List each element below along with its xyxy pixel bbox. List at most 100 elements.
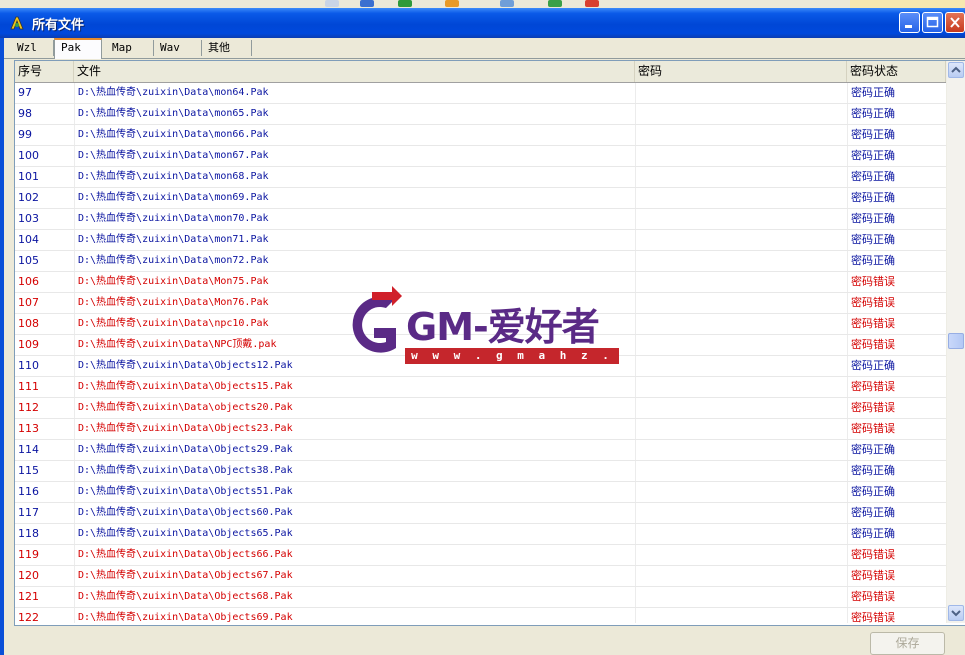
table-row[interactable]: 116 D:\热血传奇\zuixin\Data\Objects51.Pak 密码正确 (15, 482, 946, 503)
column-header-status[interactable]: 密码状态 (847, 61, 946, 82)
row-file-cell: D:\热血传奇\zuixin\Data\Objects29.Pak (74, 440, 635, 460)
row-status-cell: 密码错误 (847, 335, 946, 355)
maximize-button[interactable] (922, 12, 943, 33)
row-file-cell: D:\热血传奇\zuixin\Data\objects20.Pak (74, 398, 635, 418)
row-file-cell: D:\热血传奇\zuixin\Data\mon72.Pak (74, 251, 635, 271)
table-row[interactable]: 111 D:\热血传奇\zuixin\Data\Objects15.Pak 密码错误 (15, 377, 946, 398)
row-status-cell: 密码错误 (847, 419, 946, 439)
row-status-cell: 密码错误 (847, 377, 946, 397)
row-num-cell: 113 (18, 422, 39, 435)
row-status-cell: 密码正确 (847, 146, 946, 166)
table-row[interactable]: 102 D:\热血传奇\zuixin\Data\mon69.Pak 密码正确 (15, 188, 946, 209)
row-password-cell (635, 146, 847, 166)
row-num-cell: 115 (18, 464, 39, 477)
row-status-cell: 密码正确 (847, 167, 946, 187)
row-status-cell: 密码正确 (847, 461, 946, 481)
table-row[interactable]: 105 D:\热血传奇\zuixin\Data\mon72.Pak 密码正确 (15, 251, 946, 272)
title-bar[interactable]: 所有文件 (0, 8, 965, 38)
tab-map[interactable]: Map (106, 40, 154, 56)
row-password-cell (635, 377, 847, 397)
table-row[interactable]: 97 D:\热血传奇\zuixin\Data\mon64.Pak 密码正确 (15, 83, 946, 104)
row-num-cell: 114 (18, 443, 39, 456)
row-password-cell (635, 587, 847, 607)
table-row[interactable]: 100 D:\热血传奇\zuixin\Data\mon67.Pak 密码正确 (15, 146, 946, 167)
tab-wav[interactable]: Wav (154, 40, 202, 56)
table-row[interactable]: 119 D:\热血传奇\zuixin\Data\Objects66.Pak 密码错误 (15, 545, 946, 566)
row-num-cell: 104 (18, 233, 39, 246)
row-status-cell: 密码正确 (847, 482, 946, 502)
row-num-cell: 100 (18, 149, 39, 162)
column-header-password[interactable]: 密码 (635, 61, 847, 82)
row-status-cell: 密码错误 (847, 545, 946, 565)
window-title: 所有文件 (32, 18, 85, 33)
table-row[interactable]: 115 D:\热血传奇\zuixin\Data\Objects38.Pak 密码正确 (15, 461, 946, 482)
row-num-cell: 101 (18, 170, 39, 183)
row-password-cell (635, 83, 847, 103)
row-status-cell: 密码错误 (847, 587, 946, 607)
scroll-up-button[interactable] (948, 62, 964, 78)
row-status-cell: 密码正确 (847, 440, 946, 460)
save-button[interactable]: 保存 (870, 632, 945, 655)
row-file-cell: D:\热血传奇\zuixin\Data\mon70.Pak (74, 209, 635, 229)
row-status-cell: 密码错误 (847, 293, 946, 313)
row-file-cell: D:\热血传奇\zuixin\Data\Objects60.Pak (74, 503, 635, 523)
tab-other[interactable]: 其他 (202, 40, 252, 56)
row-file-cell: D:\热血传奇\zuixin\Data\Objects67.Pak (74, 566, 635, 586)
row-num-cell: 102 (18, 191, 39, 204)
row-num-cell: 108 (18, 317, 39, 330)
table-row[interactable]: 118 D:\热血传奇\zuixin\Data\Objects65.Pak 密码正确 (15, 524, 946, 545)
column-header-num[interactable]: 序号 (15, 61, 74, 82)
row-password-cell (635, 293, 847, 313)
row-file-cell: D:\热血传奇\zuixin\Data\mon65.Pak (74, 104, 635, 124)
table-row[interactable]: 103 D:\热血传奇\zuixin\Data\mon70.Pak 密码正确 (15, 209, 946, 230)
toolbar-icon (398, 0, 412, 7)
row-password-cell (635, 230, 847, 250)
minimize-button[interactable] (899, 12, 920, 33)
row-status-cell: 密码正确 (847, 83, 946, 103)
table-row[interactable]: 113 D:\热血传奇\zuixin\Data\Objects23.Pak 密码错误 (15, 419, 946, 440)
row-status-cell: 密码错误 (847, 566, 946, 586)
row-file-cell: D:\热血传奇\zuixin\Data\Objects69.Pak (74, 608, 635, 623)
row-file-cell: D:\热血传奇\zuixin\Data\Objects66.Pak (74, 545, 635, 565)
table-row[interactable]: 101 D:\热血传奇\zuixin\Data\mon68.Pak 密码正确 (15, 167, 946, 188)
scroll-down-button[interactable] (948, 605, 964, 621)
column-header-file[interactable]: 文件 (74, 61, 635, 82)
table-row[interactable]: 99 D:\热血传奇\zuixin\Data\mon66.Pak 密码正确 (15, 125, 946, 146)
table-row[interactable]: 122 D:\热血传奇\zuixin\Data\Objects69.Pak 密码错误 (15, 608, 946, 623)
scrollbar-thumb[interactable] (948, 333, 964, 349)
row-num-cell: 99 (18, 128, 32, 141)
row-file-cell: D:\热血传奇\zuixin\Data\mon69.Pak (74, 188, 635, 208)
row-password-cell (635, 482, 847, 502)
row-file-cell: D:\热血传奇\zuixin\Data\mon68.Pak (74, 167, 635, 187)
toolbar-icon (445, 0, 459, 7)
row-password-cell (635, 356, 847, 376)
app-icon (10, 16, 24, 30)
row-password-cell (635, 608, 847, 623)
row-password-cell (635, 104, 847, 124)
row-status-cell: 密码错误 (847, 272, 946, 292)
table-row[interactable]: 98 D:\热血传奇\zuixin\Data\mon65.Pak 密码正确 (15, 104, 946, 125)
row-num-cell: 116 (18, 485, 39, 498)
table-row[interactable]: 121 D:\热血传奇\zuixin\Data\Objects68.Pak 密码错误 (15, 587, 946, 608)
row-file-cell: D:\热血传奇\zuixin\Data\Objects68.Pak (74, 587, 635, 607)
row-status-cell: 密码正确 (847, 209, 946, 229)
vertical-scrollbar[interactable] (946, 61, 965, 623)
table-row[interactable]: 114 D:\热血传奇\zuixin\Data\Objects29.Pak 密码正确 (15, 440, 946, 461)
row-file-cell: D:\热血传奇\zuixin\Data\Objects65.Pak (74, 524, 635, 544)
list-header: 序号 文件 密码 密码状态 (15, 61, 946, 83)
toolbar-icon (500, 0, 514, 7)
table-row[interactable]: 104 D:\热血传奇\zuixin\Data\mon71.Pak 密码正确 (15, 230, 946, 251)
tab-pak[interactable]: Pak (54, 38, 102, 59)
tab-wzl[interactable]: Wzl (11, 40, 54, 56)
chevron-down-icon (951, 610, 961, 617)
row-num-cell: 109 (18, 338, 39, 351)
table-row[interactable]: 112 D:\热血传奇\zuixin\Data\objects20.Pak 密码错误 (15, 398, 946, 419)
table-row[interactable]: 117 D:\热血传奇\zuixin\Data\Objects60.Pak 密码正确 (15, 503, 946, 524)
table-row[interactable]: 120 D:\热血传奇\zuixin\Data\Objects67.Pak 密码错误 (15, 566, 946, 587)
row-file-cell: D:\热血传奇\zuixin\Data\Objects38.Pak (74, 461, 635, 481)
close-button[interactable] (945, 12, 965, 33)
row-password-cell (635, 251, 847, 271)
row-num-cell: 117 (18, 506, 39, 519)
row-password-cell (635, 209, 847, 229)
row-password-cell (635, 335, 847, 355)
